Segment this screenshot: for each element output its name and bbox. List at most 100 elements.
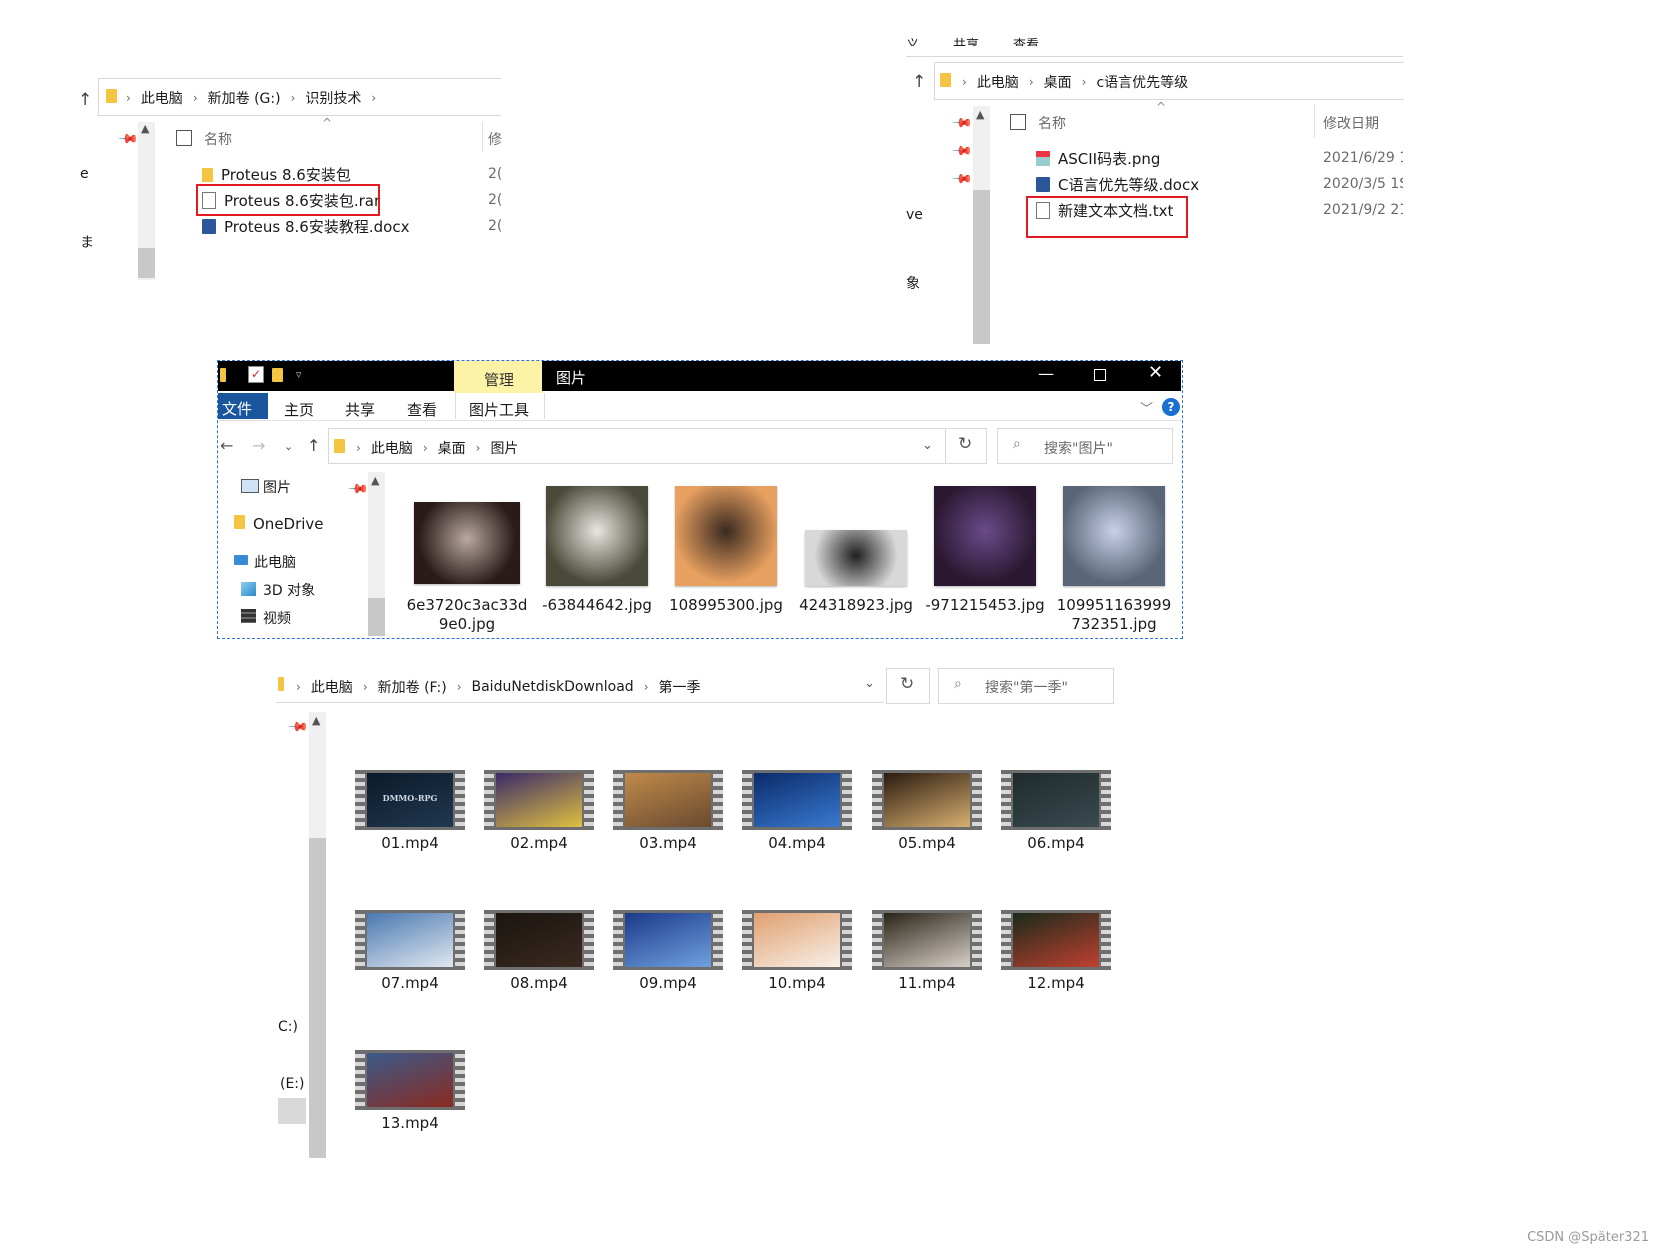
up-arrow-icon[interactable]: ↑ (307, 436, 320, 455)
video-thumbnail (484, 910, 594, 970)
file-name: ASCII码表.png (1058, 150, 1161, 168)
breadcrumb-item[interactable]: c语言优先等级 (1096, 72, 1188, 92)
breadcrumb-item[interactable]: 新加卷 (G:) (208, 88, 281, 108)
maximize-icon[interactable] (1094, 369, 1106, 381)
nav-item-pictures[interactable]: 图片 (263, 477, 291, 497)
onedrive-folder-icon (234, 514, 245, 533)
breadcrumb-item[interactable]: 图片 (490, 438, 518, 458)
refresh-icon: ↻ (958, 434, 973, 454)
nav-item-onedrive[interactable]: OneDrive (253, 515, 324, 533)
film-strip-icon (613, 770, 623, 830)
column-header-date[interactable]: 修 (488, 129, 502, 149)
film-strip-icon (455, 910, 465, 970)
column-divider[interactable] (482, 122, 483, 152)
nav-item-this-pc[interactable]: 此电脑 (254, 552, 296, 572)
film-strip-icon (355, 1050, 365, 1110)
ribbon-tab[interactable]: 查看 (1013, 34, 1039, 46)
scrollbar-thumb[interactable] (368, 598, 385, 636)
title-bar[interactable] (218, 361, 1181, 391)
ribbon-tab[interactable]: 义 (906, 34, 919, 46)
forward-arrow-icon[interactable]: → (252, 436, 265, 455)
customize-toolbar-icon[interactable]: ▿ (296, 368, 302, 381)
png-icon (1036, 151, 1050, 166)
breadcrumb-item[interactable]: 桌面 (1044, 72, 1072, 92)
column-header-name[interactable]: 名称 (204, 129, 232, 149)
back-arrow-icon[interactable]: ← (220, 436, 233, 455)
breadcrumb: › 此电脑 › 桌面 › 图片 (356, 438, 518, 458)
nav-item-videos[interactable]: 视频 (263, 608, 291, 628)
picture-name-line: 108995300.jpg (669, 596, 783, 614)
file-date: 2( (488, 192, 503, 208)
nav-item-drive-c[interactable]: C:) (278, 1019, 298, 1035)
scroll-up-icon[interactable]: ▲ (312, 714, 320, 727)
column-divider[interactable] (1314, 104, 1315, 138)
nav-selection-highlight (278, 1098, 306, 1124)
folder-icon (278, 676, 284, 695)
column-header-date[interactable]: 修改日期 (1323, 113, 1379, 133)
scroll-up-icon[interactable]: ▲ (141, 122, 149, 135)
video-name: 04.mp4 (768, 834, 826, 852)
scrollbar-thumb[interactable] (309, 838, 326, 1158)
picture-name-line: 109951163999 (1056, 596, 1172, 614)
scrollbar-thumb[interactable] (138, 248, 155, 278)
chevron-right-icon: › (475, 441, 481, 455)
nav-pane-text: ve (906, 207, 923, 223)
breadcrumb-item[interactable]: 新加卷 (F:) (378, 677, 447, 697)
select-all-checkbox[interactable] (1010, 114, 1026, 130)
list-item[interactable]: C语言优先等级.docx (1036, 174, 1199, 195)
chevron-down-icon[interactable]: ⌄ (922, 438, 933, 453)
scroll-up-icon[interactable]: ▲ (371, 474, 379, 487)
select-all-checkbox[interactable] (176, 130, 192, 146)
video-thumbnail (613, 910, 723, 970)
breadcrumb-item[interactable]: 桌面 (438, 438, 466, 458)
watermark: CSDN @Später321 (1527, 1230, 1649, 1245)
nav-item-drive-e[interactable]: (E:) (280, 1076, 305, 1092)
tab-file-label: 文件 (222, 400, 253, 418)
picture-thumbnail (675, 486, 777, 586)
breadcrumb-item[interactable]: 此电脑 (977, 72, 1019, 92)
list-item[interactable]: Proteus 8.6安装包 (202, 164, 351, 185)
film-strip-icon (742, 770, 752, 830)
breadcrumb-item[interactable]: 第一季 (659, 677, 701, 697)
nav-item-3d-objects[interactable]: 3D 对象 (263, 580, 315, 600)
chevron-down-icon[interactable]: ⌄ (864, 676, 875, 691)
video-name: 03.mp4 (639, 834, 697, 852)
film-strip-icon (1101, 910, 1111, 970)
tab-home[interactable]: 主页 (284, 399, 314, 420)
chevron-right-icon: › (1028, 75, 1034, 89)
video-thumbnail (742, 770, 852, 830)
recent-locations-icon[interactable]: ⌄ (284, 440, 293, 453)
scrollbar-thumb[interactable] (973, 190, 990, 344)
breadcrumb-item[interactable]: 此电脑 (141, 88, 183, 108)
expand-ribbon-icon[interactable]: ﹀ (1140, 398, 1153, 417)
film-strip-icon (455, 1050, 465, 1110)
folder-icon (220, 367, 226, 386)
up-arrow-icon[interactable]: ↑ (78, 90, 92, 110)
properties-icon[interactable]: ✓ (248, 366, 264, 383)
tab-view[interactable]: 查看 (407, 399, 437, 420)
new-folder-icon[interactable] (272, 367, 283, 386)
breadcrumb-item[interactable]: 此电脑 (311, 677, 353, 697)
column-header-name[interactable]: 名称 (1038, 113, 1066, 133)
film-strip-icon (584, 910, 594, 970)
up-arrow-icon[interactable]: ↑ (912, 72, 926, 92)
film-strip-icon (484, 910, 494, 970)
window-title: 图片 (556, 369, 587, 387)
nav-pane-text: 象 (906, 276, 920, 292)
list-item[interactable]: ASCII码表.png (1036, 148, 1160, 169)
breadcrumb-item[interactable]: BaiduNetdiskDownload (472, 679, 634, 695)
tab-share[interactable]: 共享 (345, 399, 375, 420)
file-date: 2( (488, 166, 503, 182)
refresh-icon: ↻ (900, 674, 915, 694)
picture-name: 108995300.jpg (661, 596, 791, 615)
minimize-icon[interactable]: — (1038, 364, 1054, 383)
nav-pane-text: e (80, 166, 89, 182)
list-item[interactable]: Proteus 8.6安装教程.docx (202, 216, 409, 237)
breadcrumb-item[interactable]: 识别技术 (305, 88, 361, 108)
ribbon-tab[interactable]: 共享 (953, 34, 979, 46)
breadcrumb-item[interactable]: 此电脑 (371, 438, 413, 458)
help-icon[interactable]: ? (1162, 398, 1180, 416)
scroll-up-icon[interactable]: ▲ (976, 108, 984, 121)
close-icon[interactable]: ✕ (1148, 362, 1163, 383)
picture-name-line: -971215453.jpg (925, 596, 1045, 614)
